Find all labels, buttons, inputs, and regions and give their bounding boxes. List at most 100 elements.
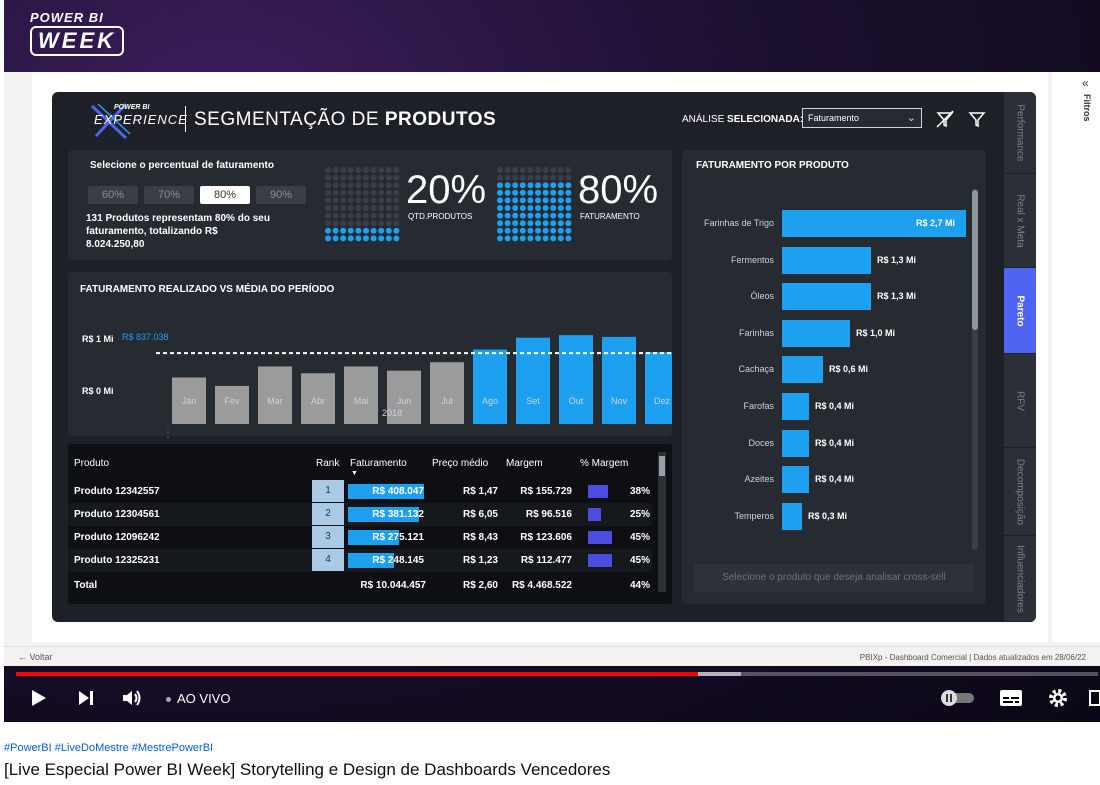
product-bar[interactable] [782, 393, 809, 420]
faturamento-dot [497, 174, 503, 181]
faturamento-dot [535, 235, 541, 242]
month-bar-jul[interactable] [430, 362, 464, 424]
table-row[interactable]: Produto 12325231 4 R$ 248.145 R$ 1,23 R$ 112… [68, 549, 652, 572]
qtd-produtos-dot [363, 182, 369, 189]
qtd-produtos-dot [363, 197, 369, 204]
qtd-produtos-dot [355, 205, 362, 211]
tab-influenciadores[interactable]: Influenciadores [1004, 536, 1036, 622]
col-faturamento[interactable]: Faturamento [350, 458, 407, 469]
faturamento-dot [504, 174, 511, 181]
product-bar[interactable] [782, 283, 871, 311]
product-bar[interactable] [782, 466, 809, 494]
clear-filter-icon[interactable] [934, 108, 956, 130]
faturamento-dot [535, 197, 541, 204]
tab-real-x-meta[interactable]: Real x Meta [1004, 174, 1036, 268]
qtd-produtos-dot [370, 235, 377, 242]
faturamento-dot [550, 227, 557, 234]
faturamento-dot [527, 235, 534, 242]
faturamento-dot [497, 220, 503, 227]
play-icon[interactable] [26, 686, 50, 715]
product-chart-scrollbar[interactable] [972, 188, 978, 550]
col-margem[interactable]: Margem [506, 458, 543, 469]
next-icon[interactable] [74, 686, 98, 715]
table-total-row: Total R$ 10.044.457 R$ 2,60 R$ 4.468.522… [68, 574, 652, 597]
qtd-produtos-dot [355, 174, 362, 181]
voltar-button[interactable]: ← Voltar [18, 652, 53, 662]
tab-performance[interactable]: Performance [1004, 92, 1036, 174]
qtd-produtos-dot [370, 220, 377, 227]
progress-bar[interactable] [16, 672, 1098, 676]
table-row[interactable]: Produto 12342557 1 R$ 408.047 R$ 1,47 R$ 155… [68, 480, 652, 503]
faturamento-dot [535, 212, 541, 219]
filter-icon[interactable] [966, 108, 988, 130]
volume-icon[interactable] [120, 686, 144, 715]
month-bar-dez[interactable] [645, 352, 672, 424]
month-bar-ago[interactable] [473, 349, 507, 424]
miniplayer-icon[interactable] [1088, 686, 1100, 715]
tab-pareto[interactable]: Pareto [1004, 268, 1036, 354]
faturamento-dot [527, 197, 534, 204]
faturamento-dot [535, 167, 541, 173]
qtd-produtos-dot [393, 189, 400, 196]
filters-pane[interactable]: « Filtros [1052, 72, 1100, 642]
segment-option-80[interactable]: 80% [200, 186, 250, 204]
month-bar-set[interactable] [516, 337, 550, 424]
autoplay-toggle-icon[interactable] [938, 688, 978, 713]
table-scroll-thumb[interactable] [659, 456, 665, 476]
qtd-produtos-dot [347, 174, 354, 181]
product-bar[interactable] [782, 319, 850, 347]
experience-logo: POWER BI EXPERIENCE [86, 100, 187, 140]
faturamento-dot [519, 174, 526, 181]
product-bar[interactable] [782, 502, 802, 530]
product-bar[interactable] [782, 429, 809, 457]
product-bar[interactable] [782, 246, 871, 274]
logo-line2: WEEK [30, 26, 124, 56]
tab-rfv[interactable]: RFV [1004, 354, 1036, 448]
video-player[interactable]: POWER BI WEEK POWER BI EXPERIENCE SEGMEN… [4, 0, 1100, 722]
cell-preco-medio: R$ 1,23 [462, 555, 498, 566]
product-chart-scroll-thumb[interactable] [972, 190, 978, 330]
faturamento-dot [550, 220, 557, 227]
col-rank[interactable]: Rank [316, 458, 339, 469]
table-row[interactable]: Produto 12096242 3 R$ 275.121 R$ 8,43 R$ 123… [68, 526, 652, 549]
month-bar-nov[interactable] [602, 336, 636, 424]
qtd-produtos-dot [393, 197, 400, 204]
product-bar[interactable] [782, 356, 823, 384]
collapse-icon[interactable]: « [1082, 76, 1089, 90]
col-produto[interactable]: Produto [74, 458, 109, 469]
col-preco-medio[interactable]: Preço médio [432, 458, 488, 469]
product-bar-value: R$ 0,4 Mi [815, 401, 855, 411]
segment-option-90[interactable]: 90% [256, 186, 306, 204]
table-scrollbar[interactable] [658, 452, 666, 592]
chevron-down-icon: ⌄ [906, 112, 916, 124]
total-pct-margem: 44% [629, 580, 650, 591]
analise-label-bold: SELECIONADA: [727, 114, 804, 125]
month-bar-out[interactable] [559, 335, 593, 424]
qtd-produtos-dot [340, 212, 347, 219]
qtd-produtos-dot [347, 212, 354, 219]
settings-gear-icon[interactable] [1046, 686, 1070, 715]
page-title: SEGMENTAÇÃO DE PRODUTOS [194, 109, 496, 131]
col-pct-margem[interactable]: % Margem [580, 458, 628, 469]
qtd-produtos-dot [393, 205, 400, 211]
faturamento-dot [504, 182, 511, 189]
tab-decomposicao[interactable]: Decomposição [1004, 448, 1036, 536]
pct-margem-data-bar [588, 485, 608, 498]
product-bar-value: R$ 0,4 Mi [815, 474, 855, 485]
analise-dropdown-value: Faturamento [808, 113, 860, 123]
qtd-produtos-dot [332, 197, 339, 204]
qtd-produtos-dot [385, 189, 392, 196]
faturamento-dot [504, 167, 511, 173]
qtd-produtos-dot [370, 227, 377, 234]
subtitles-icon[interactable] [998, 686, 1024, 715]
segment-option-60[interactable]: 60% [88, 186, 138, 204]
video-hashtags[interactable]: #PowerBI #LiveDoMestre #MestrePowerBI [4, 742, 213, 754]
live-indicator[interactable]: AO VIVO [166, 691, 230, 706]
cross-sell-button[interactable]: Selecione o produto que deseja analisar … [694, 564, 974, 592]
analise-dropdown[interactable]: Faturamento ⌄ [802, 108, 922, 128]
table-row[interactable]: Produto 12304561 2 R$ 381.132 R$ 6,05 R$ 96.… [68, 503, 652, 526]
power-bi-week-logo: POWER BI WEEK [30, 10, 124, 56]
qtd-produtos-dot [332, 167, 339, 173]
segment-option-70[interactable]: 70% [144, 186, 194, 204]
qtd-produtos-dot [347, 220, 354, 227]
